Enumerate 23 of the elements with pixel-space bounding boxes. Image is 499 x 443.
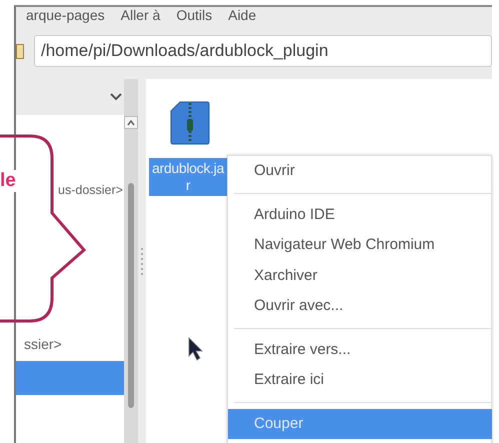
- location-field[interactable]: /home/pi/Downloads/ardublock_plugin: [34, 35, 492, 67]
- menu-item[interactable]: Navigateur Web Chromium: [228, 230, 491, 260]
- menu-item[interactable]: Xarchiver: [228, 260, 491, 291]
- menu-item[interactable]: Extraire vers...: [228, 334, 491, 365]
- folder-icon: [16, 44, 24, 58]
- folder-item[interactable]: ssier>: [16, 327, 124, 361]
- mouse-pointer-icon: [188, 337, 204, 361]
- menu-item[interactable]: Aller à: [120, 7, 160, 24]
- pane-divider-handle[interactable]: [141, 248, 143, 278]
- menu-item[interactable]: Arduino IDE: [228, 200, 491, 230]
- menu-item[interactable]: Ouvrir avec...: [228, 291, 491, 322]
- menu-item[interactable]: Outils: [176, 7, 212, 24]
- menu-item[interactable]: Extraire ici: [228, 365, 491, 396]
- menu-item[interactable]: Aide: [228, 7, 256, 24]
- menu-item[interactable]: Ouvrir: [228, 156, 491, 186]
- scroll-up-icon[interactable]: [124, 116, 138, 129]
- scrollbar-thumb[interactable]: [128, 183, 134, 408]
- zip-file-icon[interactable]: [170, 101, 210, 145]
- callout-text: le: [0, 170, 18, 192]
- menu-item[interactable]: arque-pages: [26, 7, 105, 24]
- folder-item[interactable]: us-dossier>: [16, 179, 124, 201]
- chevron-down-icon[interactable]: [110, 93, 122, 101]
- scrollbar[interactable]: [124, 79, 138, 443]
